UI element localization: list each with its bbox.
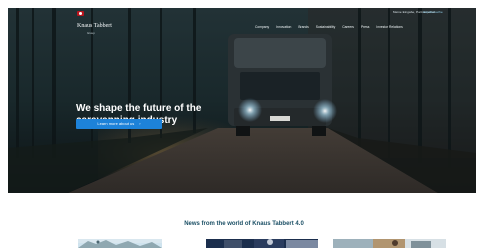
brand-subtitle: Group — [87, 31, 95, 35]
nav-item-brands[interactable]: Brands — [298, 25, 308, 33]
nav-item-sustainability[interactable]: Sustainability — [316, 25, 335, 33]
nav-item-company[interactable]: Company — [255, 25, 269, 33]
nav-item-careers[interactable]: Careers — [342, 25, 354, 33]
learn-more-label: Learn more about us — [97, 121, 135, 126]
chevron-right-icon: › — [139, 121, 141, 126]
dealer-search-link[interactable]: Händlersuche — [423, 10, 443, 14]
nav-item-investor-relations[interactable]: Investor Relations — [376, 25, 402, 33]
page: Meine Eingabe, Partnerportal Händlersuch… — [0, 0, 488, 248]
hero-section: Meine Eingabe, Partnerportal Händlersuch… — [8, 8, 476, 193]
language-flag-icon[interactable] — [77, 11, 84, 16]
news-section-title: News from the world of Knaus Tabbert 4.0 — [184, 221, 304, 227]
hero-title-line-1: We shape the future of the — [76, 103, 202, 115]
brand-name: Knaus Tabbert — [77, 23, 112, 29]
news-card-image[interactable] — [333, 239, 446, 248]
news-card-image[interactable] — [206, 239, 318, 248]
news-card-image[interactable] — [78, 239, 162, 248]
main-nav: Company Innovation Brands Sustainability… — [255, 25, 403, 33]
brand-logo[interactable]: Knaus Tabbert Group — [77, 23, 141, 41]
nav-item-press[interactable]: Press — [361, 25, 369, 33]
nav-item-innovation[interactable]: Innovation — [276, 25, 291, 33]
learn-more-button[interactable]: Learn more about us › — [76, 119, 162, 129]
top-utility-bar: Meine Eingabe, Partnerportal Händlersuch… — [8, 8, 476, 20]
